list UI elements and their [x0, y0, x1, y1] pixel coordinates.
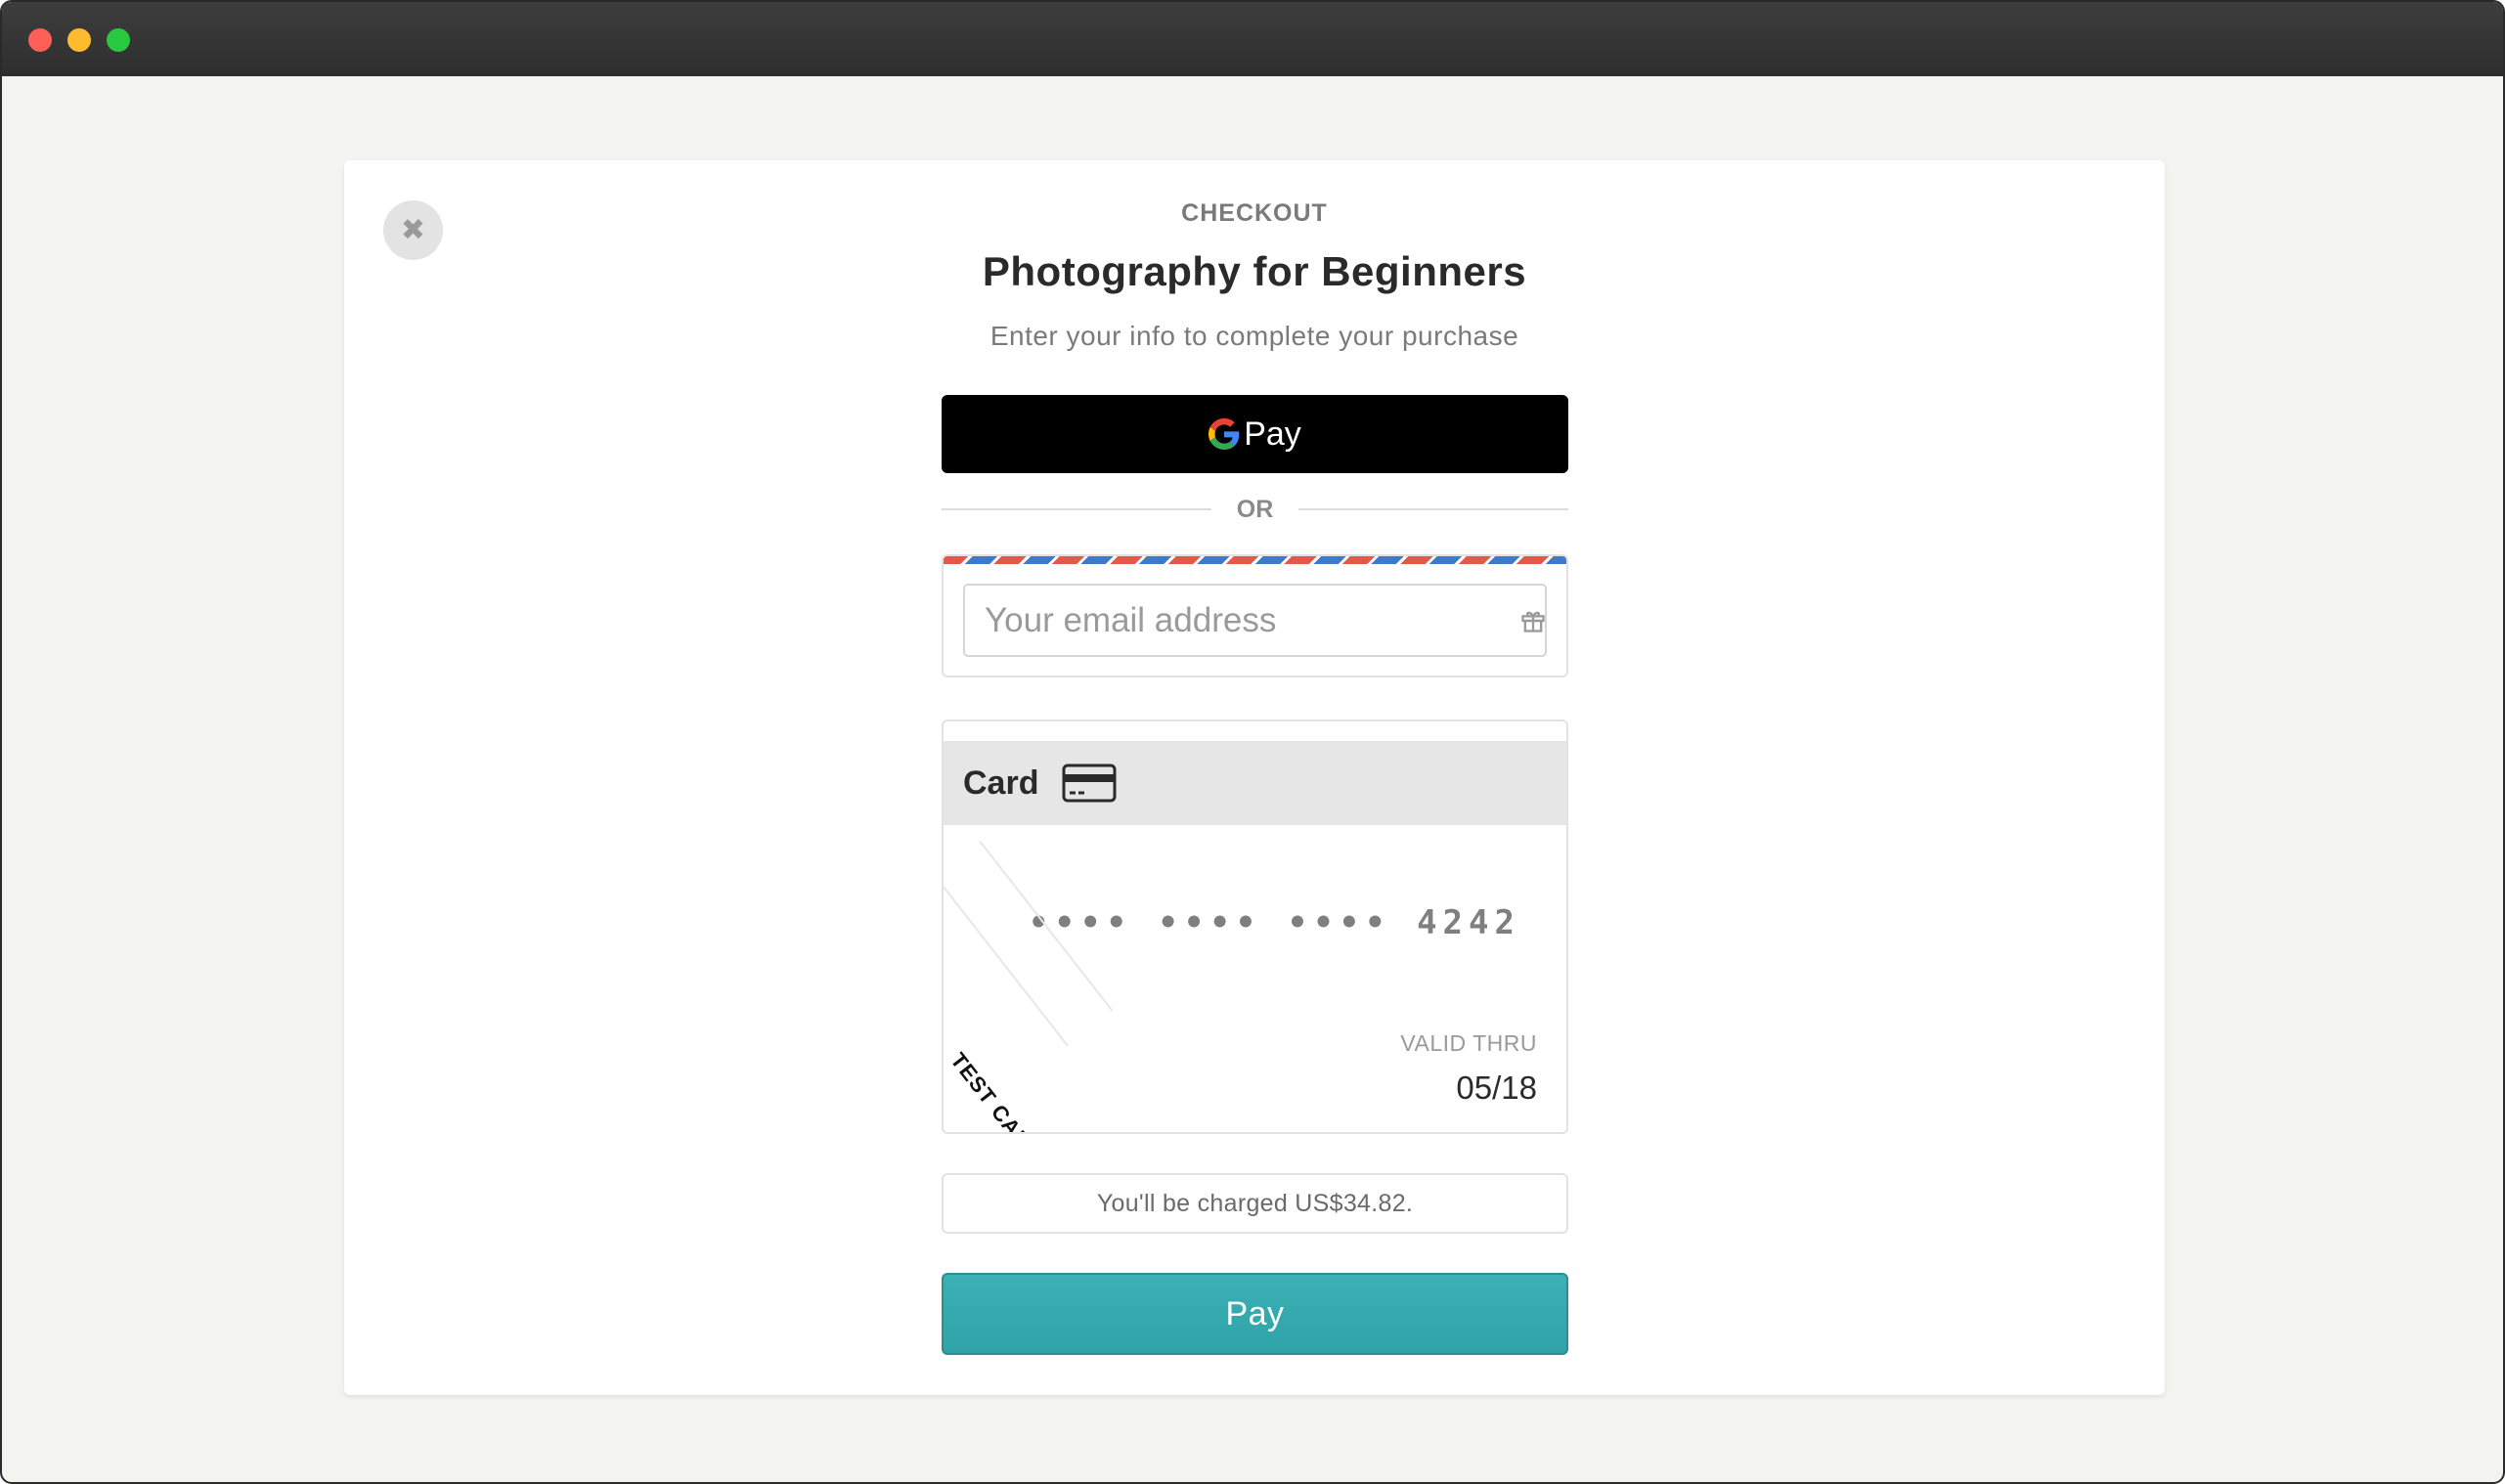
- charge-notice: You'll be charged US$34.82.: [942, 1173, 1568, 1234]
- valid-thru-label: VALID THRU: [1400, 1030, 1537, 1056]
- window-titlebar: [2, 2, 2503, 76]
- credit-card-icon: [1062, 764, 1117, 803]
- airmail-stripe: [944, 556, 1566, 564]
- valid-thru-value: 05/18: [1456, 1069, 1537, 1106]
- divider-line-right: [1298, 508, 1568, 510]
- window-close-button[interactable]: [28, 28, 52, 52]
- page-title: Photography for Beginners: [982, 248, 1527, 294]
- email-input[interactable]: [963, 584, 1547, 657]
- google-g-icon: [1209, 418, 1240, 450]
- google-pay-button[interactable]: Pay: [942, 395, 1568, 473]
- or-divider: OR: [942, 487, 1568, 532]
- email-section: [942, 554, 1568, 677]
- card-section[interactable]: Card •••• •••• •••• 4242 TEST CARD VALID…: [942, 720, 1568, 1134]
- window-zoom-button[interactable]: [107, 28, 130, 52]
- google-pay-label: Pay: [1244, 415, 1301, 453]
- divider-line-left: [942, 508, 1211, 510]
- gift-icon[interactable]: [1519, 607, 1547, 634]
- or-label: OR: [1236, 495, 1274, 523]
- page-subtitle: Enter your info to complete your purchas…: [989, 321, 1519, 351]
- test-card-band: [944, 841, 1114, 1047]
- browser-window: ✖ CHECKOUT Photography for Beginners Ent…: [0, 0, 2505, 1484]
- card-header-label: Card: [963, 764, 1039, 802]
- checkout-modal: ✖ CHECKOUT Photography for Beginners Ent…: [344, 160, 2165, 1395]
- pay-button[interactable]: Pay: [942, 1273, 1568, 1355]
- checkout-eyebrow: CHECKOUT: [1181, 199, 1328, 227]
- card-header: Card: [944, 741, 1566, 825]
- test-card-badge: TEST CARD: [945, 1048, 1047, 1134]
- window-minimize-button[interactable]: [67, 28, 91, 52]
